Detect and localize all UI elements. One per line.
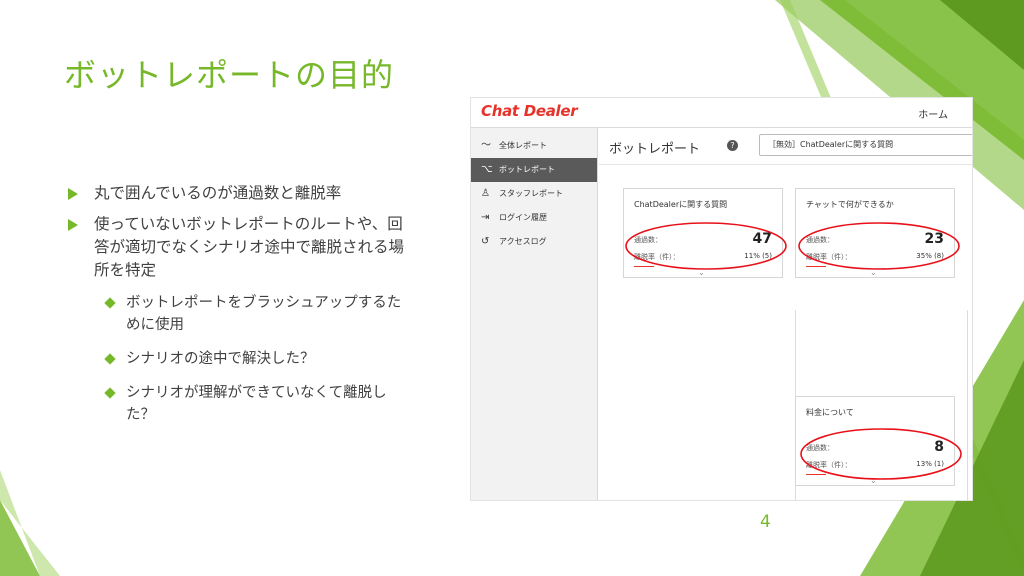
underline [634, 266, 654, 267]
chevron-down-icon[interactable]: ⌄ [870, 268, 877, 277]
exit-rate-row: 離脱率（件）： 13% (1) [806, 460, 944, 474]
exit-rate-label: 離脱率（件）： [634, 253, 680, 261]
pass-count-row: 通過数： 47 [634, 231, 772, 249]
help-icon[interactable]: ? [727, 140, 738, 151]
exit-rate-value: 13% (1) [916, 460, 944, 468]
sidebar-item-label: アクセスログ [499, 237, 547, 246]
pass-count-value: 23 [924, 231, 944, 247]
scenario-card[interactable]: 料金について 通過数： 8 離脱率（件）： 13% (1) ⌄ [795, 396, 955, 486]
sub-bullet-item: シナリオが理解ができていなくて離脱した？ [66, 382, 411, 426]
bullet-item: 丸で囲んでいるのが通過数と離脱率 [66, 182, 411, 205]
diamond-bullet-icon [104, 353, 116, 365]
exit-rate-label: 離脱率（件）： [806, 461, 852, 469]
bullet-text: 丸で囲んでいるのが通過数と離脱率 [94, 184, 342, 202]
chatdealer-logo[interactable]: Chat Dealer [481, 102, 578, 120]
sub-bullet-text: シナリオの途中で解決した？ [126, 351, 315, 367]
sidebar-item-label: ボットレポート [499, 165, 555, 174]
person-icon: ♙ [481, 188, 490, 199]
home-link[interactable]: ホーム [918, 106, 948, 121]
diamond-bullet-icon [104, 297, 116, 309]
exit-rate-value: 35% (8) [916, 252, 944, 260]
bullet-text: 使っていないボットレポートのルートや、回答が適切でなくシナリオ途中で離脱される場… [94, 215, 405, 279]
scenario-card[interactable]: ChatDealerに関する質問 通過数： 47 離脱率（件）： 11% (5)… [623, 188, 783, 278]
exit-rate-row: 離脱率（件）： 35% (8) [806, 252, 944, 266]
underline [806, 474, 826, 475]
sidebar-item-label: ログイン履歴 [499, 213, 547, 222]
sidebar: 〜 全体レポート ⌥ ボットレポート ♙ スタッフレポート ⇥ ログイン履歴 ↺… [471, 128, 598, 500]
page-title: ボットレポート [609, 142, 701, 157]
card-title: 料金について [806, 408, 854, 417]
sub-bullet-text: ボットレポートをブラッシュアップするために使用 [126, 295, 402, 333]
sidebar-item-login-history[interactable]: ⇥ ログイン履歴 [471, 206, 597, 230]
sub-bullet-item: シナリオの途中で解決した？ [66, 348, 411, 370]
trend-line-icon: 〜 [481, 140, 491, 151]
app-screenshot: Chat Dealer ホーム 〜 全体レポート ⌥ ボットレポート ♙ スタッ… [470, 97, 973, 501]
arrow-bullet-icon [68, 188, 78, 200]
sidebar-item-bot-report[interactable]: ⌥ ボットレポート [471, 158, 597, 182]
sub-bullet-text: シナリオが理解ができていなくて離脱した？ [126, 385, 387, 423]
divider [599, 164, 972, 165]
pass-count-label: 通過数： [806, 236, 834, 244]
exit-rate-value: 11% (5) [744, 252, 772, 260]
sub-bullet-item: ボットレポートをブラッシュアップするために使用 [66, 292, 411, 336]
card-title: チャットで何ができるか [806, 200, 894, 209]
pass-count-row: 通過数： 8 [806, 439, 944, 457]
diamond-bullet-icon [104, 387, 116, 399]
flow-connector [967, 310, 968, 500]
slide-title: ボットレポートの目的 [64, 56, 395, 94]
sidebar-item-label: スタッフレポート [499, 189, 563, 198]
pass-count-value: 8 [934, 439, 944, 455]
sidebar-item-label: 全体レポート [499, 141, 547, 150]
card-title: ChatDealerに関する質問 [634, 200, 728, 209]
scenario-select[interactable]: ［無効］ChatDealerに関する質問 [759, 134, 972, 156]
pass-count-label: 通過数： [634, 236, 662, 244]
exit-rate-row: 離脱率（件）： 11% (5) [634, 252, 772, 266]
pass-count-value: 47 [752, 231, 772, 247]
exit-rate-label: 離脱率（件）： [806, 253, 852, 261]
top-bar: Chat Dealer ホーム [471, 98, 972, 128]
scenario-card[interactable]: チャットで何ができるか 通過数： 23 離脱率（件）： 35% (8) ⌄ [795, 188, 955, 278]
sidebar-item-overall-report[interactable]: 〜 全体レポート [471, 134, 597, 158]
arrow-bullet-icon [68, 219, 78, 231]
underline [806, 266, 826, 267]
history-icon: ↺ [481, 236, 490, 247]
pass-count-label: 通過数： [806, 444, 834, 452]
login-icon: ⇥ [481, 212, 490, 223]
page-number: 4 [760, 512, 771, 532]
sidebar-item-staff-report[interactable]: ♙ スタッフレポート [471, 182, 597, 206]
sidebar-item-access-log[interactable]: ↺ アクセスログ [471, 230, 597, 254]
bullet-list: 丸で囲んでいるのが通過数と離脱率 使っていないボットレポートのルートや、回答が適… [66, 182, 411, 426]
chevron-down-icon[interactable]: ⌄ [698, 268, 705, 277]
bullet-item: 使っていないボットレポートのルートや、回答が適切でなくシナリオ途中で離脱される場… [66, 213, 411, 282]
chevron-down-icon[interactable]: ⌄ [870, 476, 877, 485]
pass-count-row: 通過数： 23 [806, 231, 944, 249]
bot-icon: ⌥ [481, 164, 493, 175]
main-content: ボットレポート ? ［無効］ChatDealerに関する質問 ChatDeale… [599, 128, 972, 500]
